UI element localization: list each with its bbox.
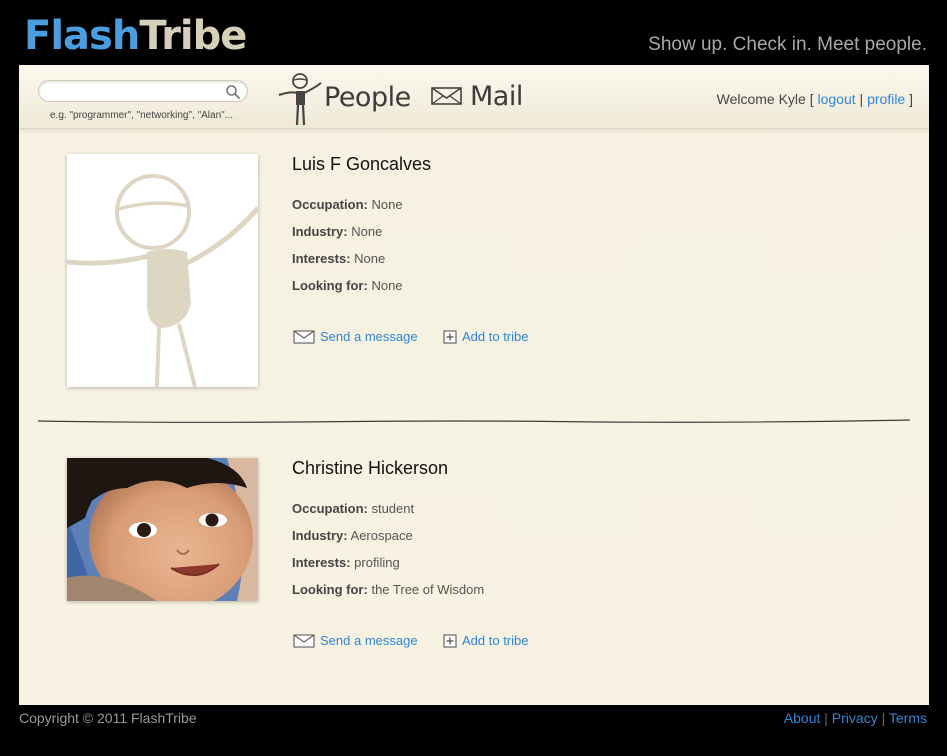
industry-label: Industry:	[292, 528, 348, 543]
flashtribe-logo[interactable]: FlashTribe	[24, 12, 247, 60]
interests-label: Interests:	[292, 555, 351, 570]
search-box	[38, 80, 248, 102]
search-icon[interactable]	[225, 84, 241, 100]
interests-field: Interests: profiling	[292, 555, 400, 570]
looking-for-field: Looking for: the Tree of Wisdom	[292, 582, 484, 597]
send-message-button[interactable]: Send a message	[293, 633, 418, 648]
interests-value: None	[354, 251, 386, 266]
occupation-label: Occupation:	[292, 197, 368, 212]
about-link[interactable]: About	[784, 710, 821, 726]
interests-value: profiling	[354, 555, 400, 570]
welcome-separator: |	[859, 91, 864, 107]
footer-separator: |	[881, 710, 886, 726]
occupation-field: Occupation: None	[292, 197, 403, 212]
envelope-icon	[293, 633, 315, 648]
main-panel: e.g. "programmer", "networking", "Alan".…	[19, 65, 929, 705]
profile-name[interactable]: Christine Hickerson	[292, 458, 448, 479]
send-message-label: Send a message	[320, 329, 418, 344]
add-to-tribe-button[interactable]: Add to tribe	[443, 633, 529, 648]
add-to-tribe-button[interactable]: Add to tribe	[443, 329, 529, 344]
looking-for-label: Looking for:	[292, 278, 368, 293]
profile-link[interactable]: profile	[867, 91, 905, 107]
send-message-button[interactable]: Send a message	[293, 329, 418, 344]
welcome-text: Welcome Kyle [	[716, 91, 814, 107]
looking-for-value: the Tree of Wisdom	[371, 582, 485, 597]
terms-link[interactable]: Terms	[889, 710, 927, 726]
interests-field: Interests: None	[292, 251, 385, 266]
welcome-close-bracket: ]	[909, 91, 913, 107]
industry-field: Industry: None	[292, 224, 382, 239]
copyright-text: Copyright © 2011 FlashTribe	[19, 710, 197, 726]
section-divider	[38, 419, 910, 423]
add-to-tribe-label: Add to tribe	[462, 633, 529, 648]
add-to-tribe-label: Add to tribe	[462, 329, 529, 344]
privacy-link[interactable]: Privacy	[832, 710, 878, 726]
occupation-label: Occupation:	[292, 501, 368, 516]
occupation-value: None	[371, 197, 403, 212]
occupation-value: student	[371, 501, 415, 516]
search-input[interactable]	[49, 83, 219, 100]
plus-box-icon	[443, 633, 457, 648]
envelope-icon	[293, 329, 315, 344]
plus-box-icon	[443, 329, 457, 344]
envelope-icon	[431, 87, 462, 105]
default-avatar-icon	[67, 154, 258, 387]
industry-value: None	[351, 224, 383, 239]
tagline: Show up. Check in. Meet people.	[648, 34, 927, 55]
industry-label: Industry:	[292, 224, 348, 239]
logo-tribe: Tribe	[139, 13, 247, 59]
looking-for-label: Looking for:	[292, 582, 368, 597]
footer-links: About | Privacy | Terms	[784, 710, 927, 726]
industry-field: Industry: Aerospace	[292, 528, 413, 543]
search-hint: e.g. "programmer", "networking", "Alan".…	[50, 110, 234, 121]
looking-for-field: Looking for: None	[292, 278, 403, 293]
looking-for-value: None	[371, 278, 403, 293]
interests-label: Interests:	[292, 251, 351, 266]
profile-photo[interactable]	[67, 458, 258, 601]
profile-name[interactable]: Luis F Goncalves	[292, 154, 431, 175]
industry-value: Aerospace	[350, 528, 413, 543]
occupation-field: Occupation: student	[292, 501, 414, 516]
profile-photo[interactable]	[67, 154, 258, 387]
welcome-bar: Welcome Kyle [ logout | profile ]	[717, 91, 913, 107]
child-face-photo-icon	[67, 458, 258, 601]
send-message-label: Send a message	[320, 633, 418, 648]
nav-mail-label: Mail	[470, 81, 523, 112]
top-navbar: e.g. "programmer", "networking", "Alan".…	[19, 65, 929, 129]
footer-separator: |	[824, 710, 828, 726]
logo-flash: Flash	[24, 13, 140, 59]
nav-people-label: People	[324, 82, 411, 113]
logout-link[interactable]: logout	[818, 91, 856, 107]
people-figure-icon	[278, 73, 322, 126]
